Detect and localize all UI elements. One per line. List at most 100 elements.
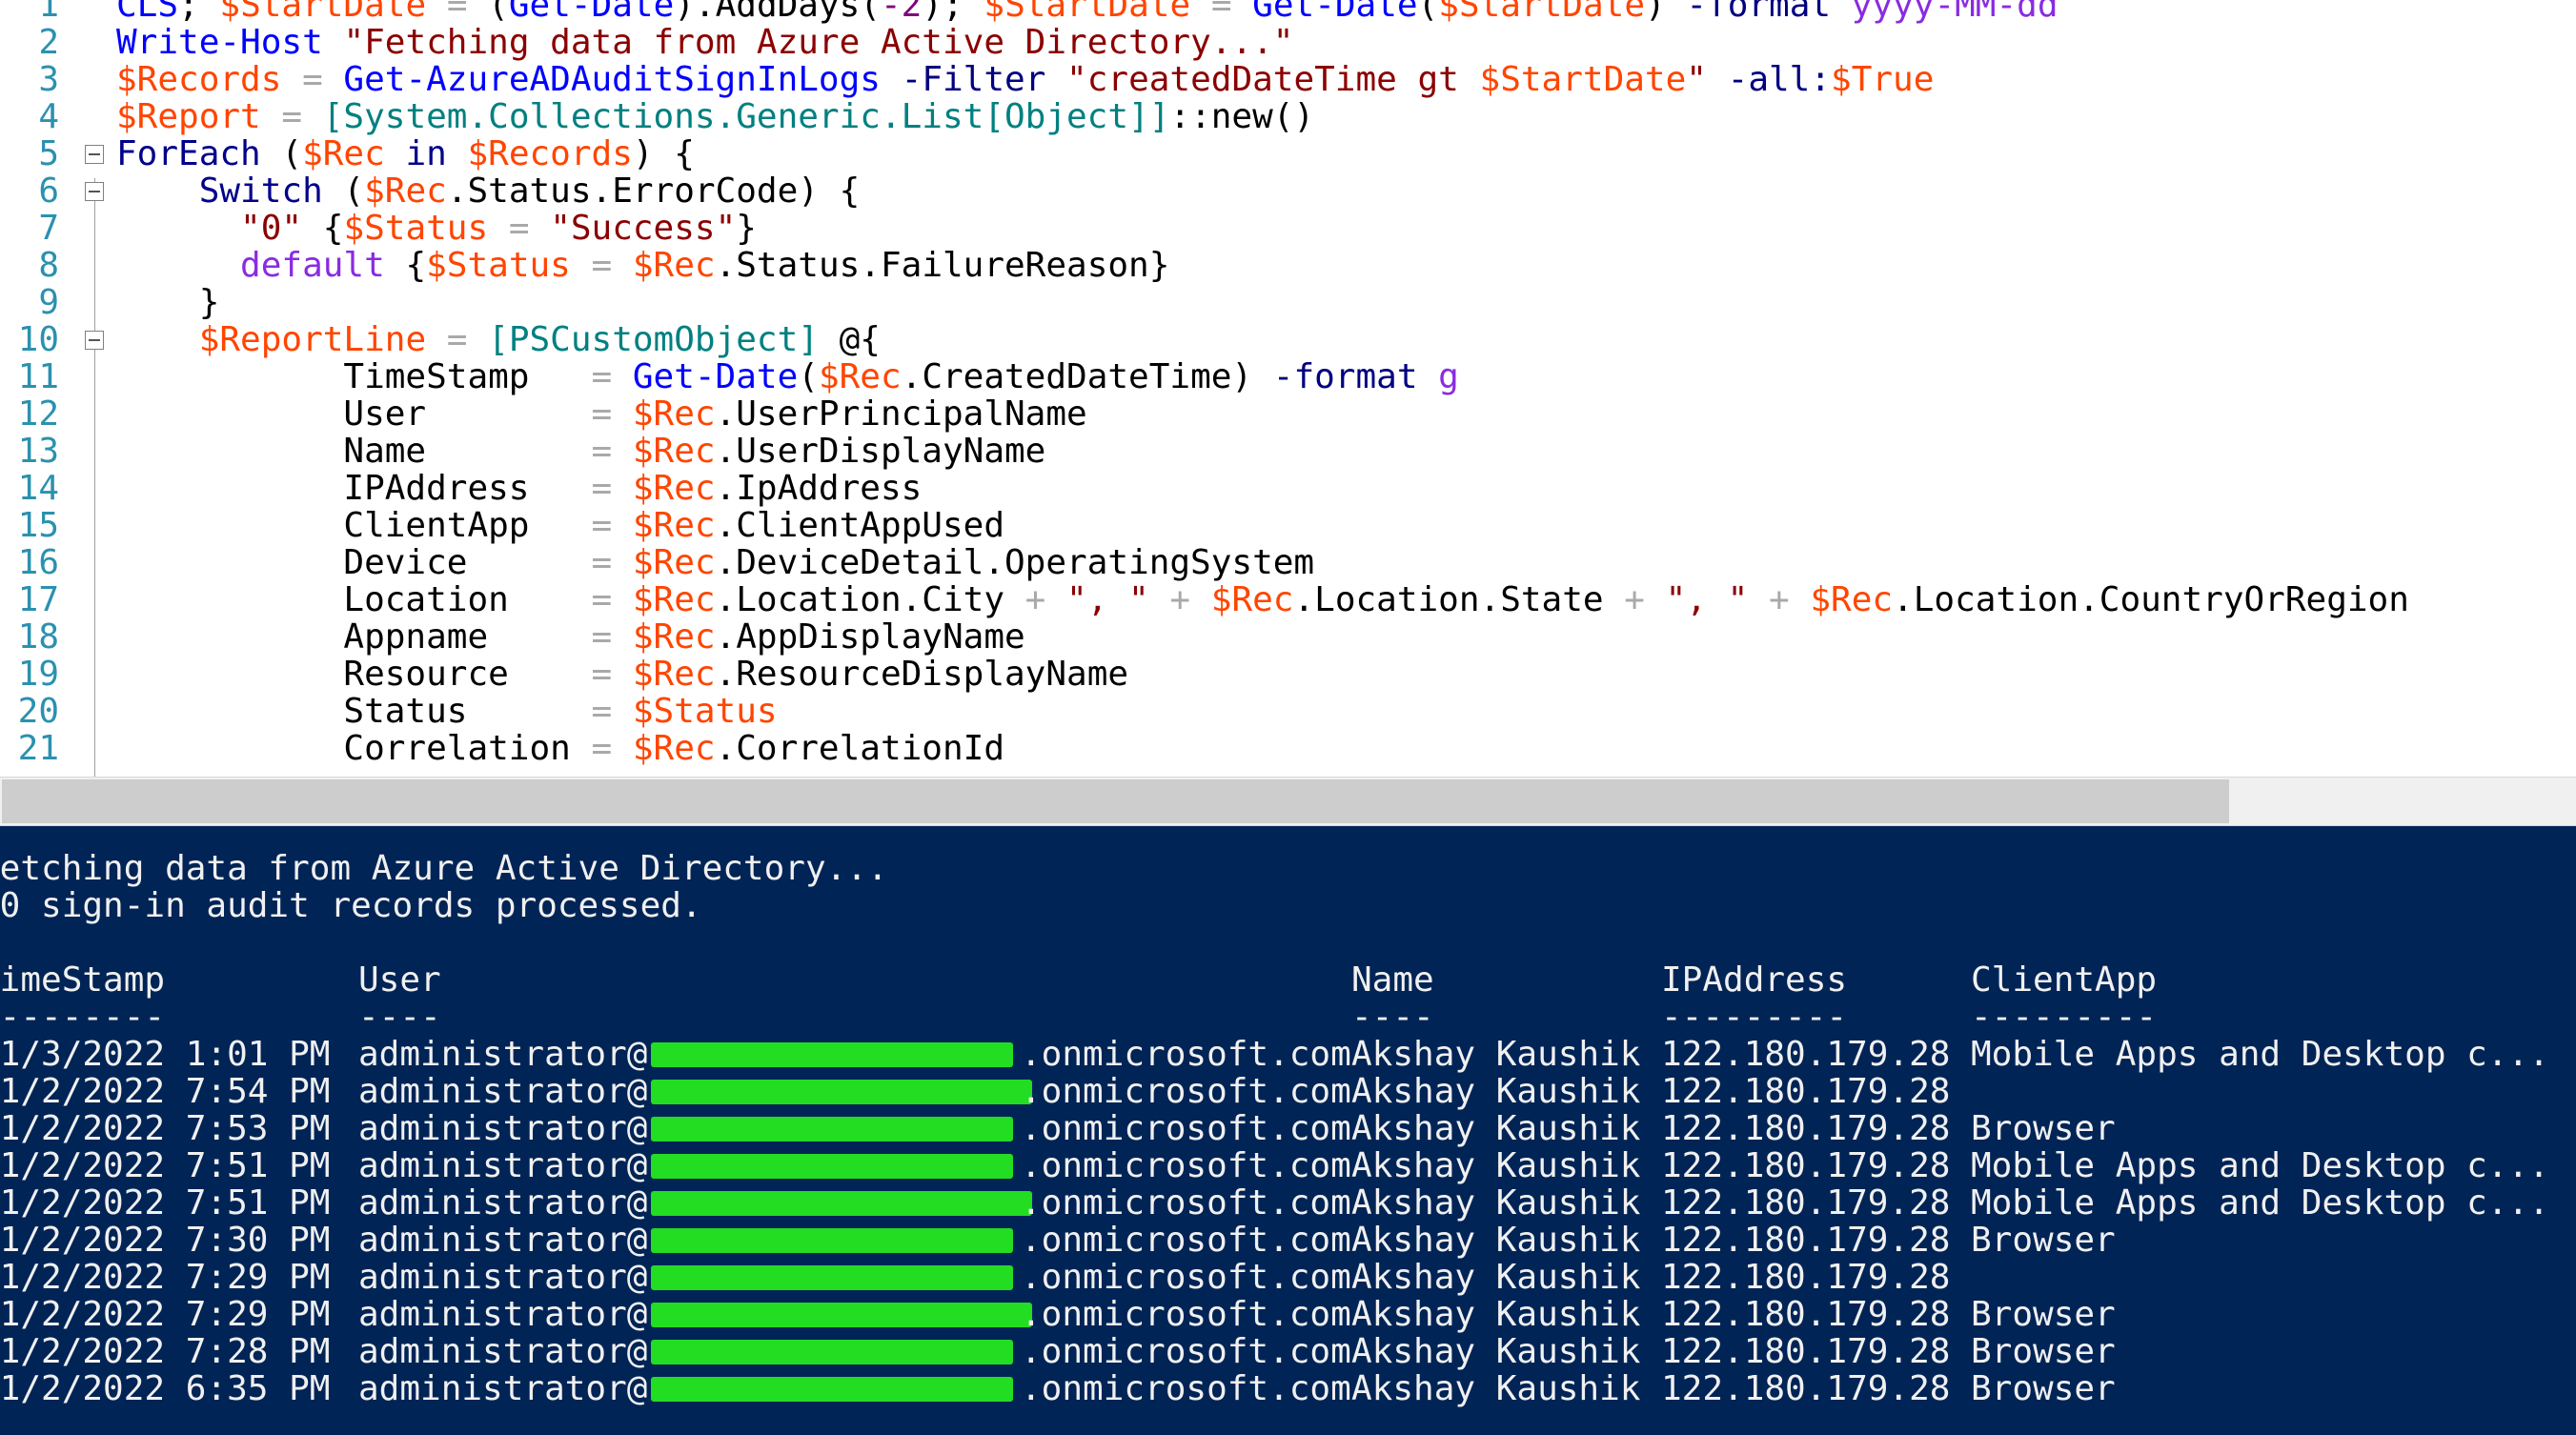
code-line[interactable]: 10 $ReportLine = [PSCustomObject] @{ — [0, 321, 2576, 358]
table-row: 11/2/2022 7:54 PM administrator@ .onmicros… — [0, 1073, 2576, 1110]
code-line[interactable]: 12 User = $Rec.UserPrincipalName — [0, 395, 2576, 433]
code-token: $ReportLine — [198, 320, 427, 359]
code-token: = — [426, 0, 489, 25]
code-token: Switch — [116, 172, 323, 211]
header-name: Name — [1351, 960, 1434, 1000]
code-line[interactable]: 11 TimeStamp = Get-Date($Rec.CreatedDate… — [0, 358, 2576, 395]
underline-clientapp: --------- — [1971, 998, 2158, 1037]
code-line[interactable]: 13 Name = $Rec.UserDisplayName — [0, 433, 2576, 470]
code-line[interactable]: 2 Write-Host "Fetching data from Azure Ac… — [0, 24, 2576, 61]
table-header-row: TimeStamp User Name IPAddress ClientApp — [0, 961, 2576, 999]
cell-clientapp: Mobile Apps and Desktop c... — [1971, 1183, 2549, 1223]
code-line[interactable]: 4 $Report = [System.Collections.Generic.L… — [0, 98, 2576, 135]
code-line[interactable]: 19 Resource = $Rec.ResourceDisplayName — [0, 656, 2576, 693]
code-token: ) { — [632, 134, 695, 173]
code-token: ; — [178, 0, 220, 25]
code-token: ( — [322, 172, 365, 211]
code-token: $Status — [343, 209, 489, 248]
collapse-region-icon[interactable] — [85, 331, 104, 350]
code-text: ForEach ($Rec in $Records) { — [116, 135, 695, 172]
code-token: in — [384, 134, 468, 173]
code-text: default {$Status = $Rec.Status.FailureRe… — [116, 247, 1169, 284]
code-line[interactable]: 17 Location = $Rec.Location.City + ", " … — [0, 581, 2576, 618]
cell-clientapp: Browser — [1971, 1109, 2116, 1148]
collapse-region-icon[interactable] — [85, 182, 104, 201]
cell-user-prefix: administrator@ — [358, 1183, 648, 1223]
cell-ipaddress: 122.180.179.28 — [1661, 1295, 1951, 1334]
line-number: 8 — [38, 246, 59, 285]
line-number: 12 — [17, 394, 59, 434]
table-row: 11/2/2022 7:29 PM administrator@ .onmicros… — [0, 1296, 2576, 1333]
cell-timestamp: 11/2/2022 7:51 PM — [0, 1183, 331, 1223]
table-underline-row: --------- ---- ---- --------- --------- — [0, 999, 2576, 1036]
code-line[interactable]: 7 "0" {$Status = "Success"} — [0, 210, 2576, 247]
cell-user-prefix: administrator@ — [358, 1035, 648, 1074]
table-row: 11/2/2022 7:53 PM administrator@ .onmicros… — [0, 1110, 2576, 1147]
code-token: ) — [1645, 0, 1687, 25]
code-token: = — [570, 246, 633, 285]
code-token: "Fetching data from Azure Active Directo… — [343, 23, 1294, 62]
cell-ipaddress: 122.180.179.28 — [1661, 1072, 1951, 1111]
code-line[interactable]: 1 CLS; $StartDate = (Get-Date).AddDays(-2… — [0, 0, 2576, 24]
code-token: $Rec — [632, 655, 716, 694]
line-number: 9 — [38, 283, 59, 322]
line-number: 17 — [17, 580, 59, 619]
code-token: = — [426, 320, 489, 359]
code-line[interactable]: 21 Correlation = $Rec.CorrelationId — [0, 730, 2576, 767]
cell-name: Akshay Kaushik — [1351, 1332, 1641, 1371]
code-token: .Location.City — [715, 580, 1025, 619]
cell-user-domain: .onmicrosoft.com — [1021, 1146, 1351, 1185]
collapse-region-icon[interactable] — [85, 145, 104, 164]
code-line[interactable]: 20 Status = $Status — [0, 693, 2576, 730]
code-line[interactable]: 14 IPAddress = $Rec.IpAddress — [0, 470, 2576, 507]
code-token: -all: — [1727, 60, 1832, 99]
underline-ipaddress: --------- — [1661, 998, 1848, 1037]
cell-user-prefix: administrator@ — [358, 1221, 648, 1260]
code-text: Switch ($Rec.Status.ErrorCode) { — [116, 172, 861, 211]
cell-user-domain: .onmicrosoft.com — [1021, 1221, 1351, 1260]
code-line[interactable]: 16 Device = $Rec.DeviceDetail.OperatingS… — [0, 544, 2576, 581]
console-pane[interactable]: Fetching data from Azure Active Director… — [0, 826, 2576, 1435]
code-text: Write-Host "Fetching data from Azure Act… — [116, 24, 1293, 61]
horizontal-scrollbar[interactable] — [0, 777, 2576, 826]
table-row: 11/2/2022 7:51 PM administrator@ .onmicros… — [0, 1147, 2576, 1184]
code-token: $Status — [426, 246, 571, 285]
cell-user-prefix: administrator@ — [358, 1295, 648, 1334]
code-line[interactable]: 9 } — [0, 284, 2576, 321]
code-line[interactable]: 3 $Records = Get-AzureADAuditSignInLogs -… — [0, 61, 2576, 98]
console-message-count: 10 sign-in audit records processed. — [0, 886, 702, 925]
code-line[interactable]: 6 Switch ($Rec.Status.ErrorCode) { — [0, 172, 2576, 210]
header-clientapp: ClientApp — [1971, 960, 2158, 1000]
code-token: = — [591, 692, 633, 731]
code-text: $ReportLine = [PSCustomObject] @{ — [116, 321, 881, 358]
cell-timestamp: 11/2/2022 7:29 PM — [0, 1295, 331, 1334]
code-token: "0" — [240, 209, 303, 248]
code-token: ", " — [1665, 580, 1749, 619]
redaction-marker — [651, 1303, 1032, 1327]
cell-name: Akshay Kaushik — [1351, 1183, 1641, 1223]
redaction-marker — [651, 1042, 1013, 1067]
code-line[interactable]: 18 Appname = $Rec.AppDisplayName — [0, 618, 2576, 656]
script-editor-pane[interactable]: 1 CLS; $StartDate = (Get-Date).AddDays(-2… — [0, 0, 2576, 777]
underline-timestamp: --------- — [0, 998, 166, 1037]
scrollbar-thumb[interactable] — [2, 779, 2229, 823]
cell-clientapp: Browser — [1971, 1295, 2116, 1334]
code-token: Status — [116, 692, 592, 731]
cell-ipaddress: 122.180.179.28 — [1661, 1332, 1951, 1371]
cell-timestamp: 11/3/2022 1:01 PM — [0, 1035, 331, 1074]
line-number: 13 — [17, 432, 59, 471]
code-token: Appname — [116, 617, 592, 657]
code-line[interactable]: 5 ForEach ($Rec in $Records) { — [0, 135, 2576, 172]
code-token: .DeviceDetail.OperatingSystem — [715, 543, 1315, 582]
code-token: Location — [116, 580, 592, 619]
code-line[interactable]: 15 ClientApp = $Rec.ClientAppUsed — [0, 507, 2576, 544]
code-line[interactable]: 8 default {$Status = $Rec.Status.Failure… — [0, 247, 2576, 284]
code-text: $Report = [System.Collections.Generic.Li… — [116, 98, 1314, 135]
code-text: IPAddress = $Rec.IpAddress — [116, 470, 922, 507]
cell-ipaddress: 122.180.179.28 — [1661, 1221, 1951, 1260]
line-number: 3 — [38, 60, 59, 99]
code-token: [System.Collections.Generic.List[Object]… — [322, 97, 1170, 136]
redaction-marker — [651, 1265, 1013, 1290]
code-token: CLS — [116, 0, 179, 25]
